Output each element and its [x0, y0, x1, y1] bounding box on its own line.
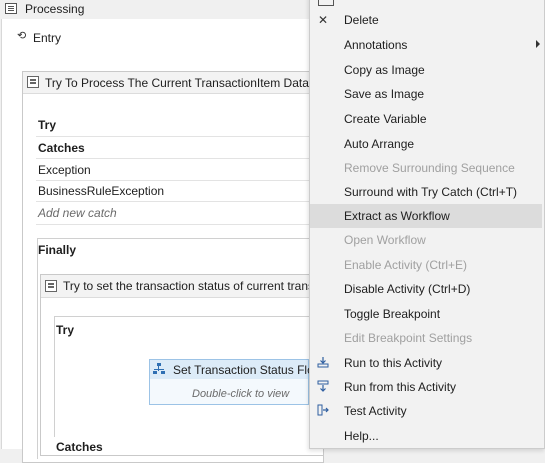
run-from-icon	[316, 380, 330, 394]
menu-item-label: Auto Arrange	[344, 137, 415, 151]
menu-item-auto-arrange[interactable]: Auto Arrange	[310, 132, 542, 156]
menu-item-label: Enable Activity (Ctrl+E)	[344, 258, 468, 272]
divider	[36, 136, 322, 137]
menu-item-open-workflow[interactable]: Open Workflow	[310, 228, 542, 252]
activity-hint: Double-click to view	[192, 388, 290, 400]
inner-catches-label[interactable]: Catches	[56, 440, 103, 454]
chevron-right-icon	[536, 40, 540, 48]
menu-item-copy-as-image[interactable]: Copy as Image	[310, 58, 542, 82]
menu-item-label: Extract as Workflow	[344, 209, 450, 223]
menu-item-edit-breakpoint-settings[interactable]: Edit Breakpoint Settings	[310, 326, 542, 350]
menu-item-label: Delete	[344, 13, 379, 27]
catch-business-rule-exception[interactable]: BusinessRuleException	[38, 184, 164, 198]
menu-item-label: Run to this Activity	[344, 356, 443, 370]
menu-item-test-activity[interactable]: Test Activity	[310, 399, 542, 423]
sequence-icon	[5, 3, 17, 14]
divider	[36, 224, 322, 225]
menu-item-label: Run from this Activity	[344, 380, 457, 394]
menu-item-enable-activity[interactable]: Enable Activity (Ctrl+E)	[310, 253, 542, 277]
menu-item-label: Toggle Breakpoint	[344, 307, 441, 321]
try-section-label[interactable]: Try	[38, 118, 56, 132]
menu-item-extract-as-workflow[interactable]: Extract as Workflow	[310, 204, 542, 228]
menu-item-label: Save as Image	[344, 87, 425, 101]
menu-item-help[interactable]: Help...	[310, 424, 542, 448]
menu-item-create-variable[interactable]: Create Variable	[310, 107, 542, 131]
activity-title: Set Transaction Status Flow	[173, 363, 323, 377]
menu-item-run-from-this-activity[interactable]: Run from this Activity	[310, 375, 542, 399]
menu-item-surround-with-try-catch[interactable]: Surround with Try Catch (Ctrl+T)	[310, 180, 542, 204]
inner-try-catch-icon	[45, 280, 57, 292]
panel-title: Processing	[25, 2, 85, 16]
add-new-catch-link[interactable]: Add new catch	[38, 206, 117, 220]
menu-item-delete[interactable]: ✕ Delete	[310, 8, 542, 32]
menu-item-label: Surround with Try Catch (Ctrl+T)	[344, 185, 518, 199]
try-catch-icon	[27, 76, 39, 88]
menu-item-label: Edit Breakpoint Settings	[344, 331, 473, 345]
menu-item-label: Create Variable	[344, 112, 427, 126]
flowchart-icon	[153, 363, 165, 375]
inner-try-catch-title: Try to set the transaction status of cur…	[63, 279, 309, 293]
menu-item-toggle-breakpoint[interactable]: Toggle Breakpoint	[310, 302, 542, 326]
divider	[36, 201, 322, 202]
paste-icon	[318, 0, 334, 6]
try-catch-title: Try To Process The Current TransactionIt…	[45, 76, 309, 90]
catches-section-label[interactable]: Catches	[38, 141, 85, 155]
menu-item-label: Test Activity	[344, 404, 407, 418]
menu-item-label: Disable Activity (Ctrl+D)	[344, 282, 471, 296]
menu-item-label: Copy as Image	[344, 63, 425, 77]
menu-item-save-as-image[interactable]: Save as Image	[310, 82, 542, 106]
test-activity-icon	[316, 404, 330, 418]
divider	[36, 158, 322, 159]
menu-item-run-to-this-activity[interactable]: Run to this Activity	[310, 351, 542, 375]
menu-item-remove-surrounding-sequence[interactable]: Remove Surrounding Sequence	[310, 156, 542, 180]
entry-icon: ⟲	[17, 30, 27, 42]
menu-item-label: Remove Surrounding Sequence	[344, 161, 515, 175]
menu-item-disable-activity[interactable]: Disable Activity (Ctrl+D)	[310, 277, 542, 301]
entry-label: Entry	[33, 31, 62, 45]
catch-exception[interactable]: Exception	[38, 163, 91, 177]
menu-item-label: Open Workflow	[344, 233, 426, 247]
close-icon: ✕	[317, 13, 329, 27]
menu-item-label: Annotations	[344, 38, 408, 52]
run-to-icon	[316, 356, 330, 370]
inner-try-label[interactable]: Try	[56, 323, 74, 337]
divider	[36, 180, 322, 181]
finally-section-label[interactable]: Finally	[38, 243, 76, 257]
menu-item-label: Help...	[344, 429, 379, 443]
menu-item-annotations[interactable]: Annotations	[310, 33, 542, 57]
